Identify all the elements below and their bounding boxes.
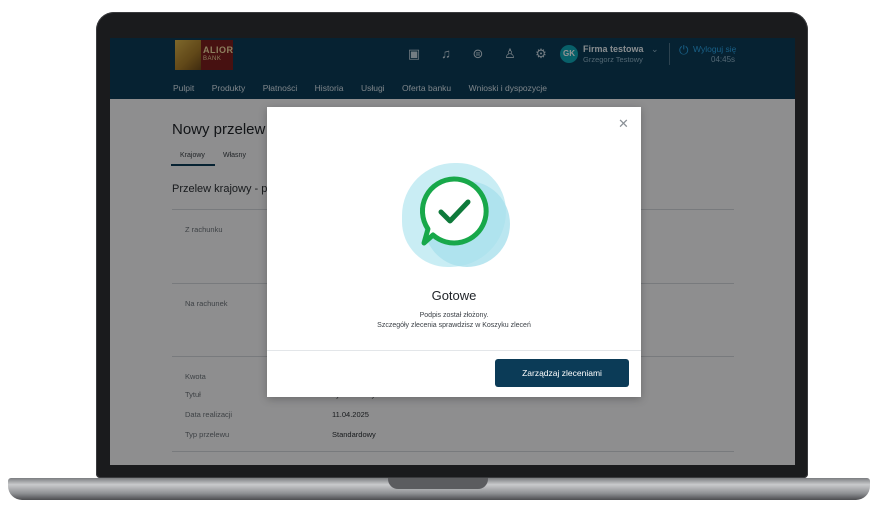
success-modal: ✕ Gotowe Podpis został złożony. Szczegół… xyxy=(267,107,641,397)
screen: ALIOR BANK ▣ ♫ ⊜ ♙ ⚙ GK Firma testowa Gr… xyxy=(110,38,795,465)
success-illustration xyxy=(394,157,514,273)
manage-orders-button[interactable]: Zarządzaj zleceniami xyxy=(495,359,629,387)
close-icon[interactable]: ✕ xyxy=(618,117,629,130)
modal-message-line2: Szczegóły zlecenia sprawdzisz w Koszyku … xyxy=(377,322,531,329)
check-bubble-icon xyxy=(419,176,489,246)
modal-divider xyxy=(267,350,641,351)
modal-message-line1: Podpis został złożony. xyxy=(419,312,489,319)
modal-title: Gotowe xyxy=(431,288,477,303)
laptop-notch xyxy=(388,478,488,489)
